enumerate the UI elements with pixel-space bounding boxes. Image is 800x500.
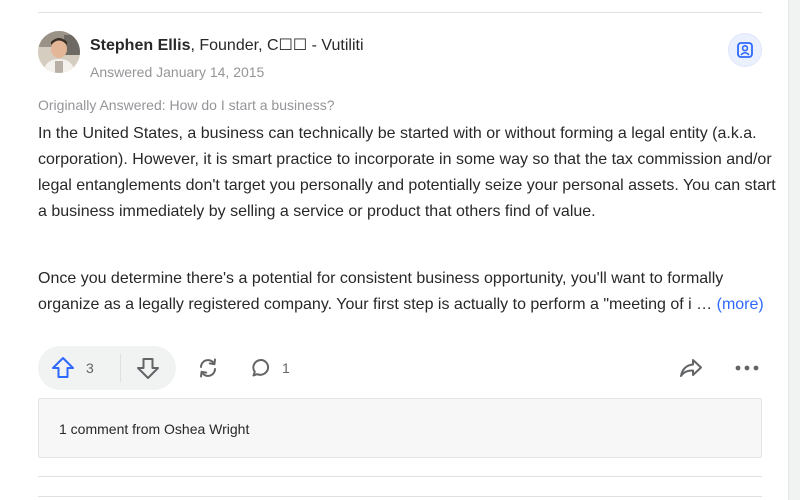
answer-paragraph-1: In the United States, a business can tec… [38, 125, 776, 220]
downvote-button[interactable] [135, 355, 161, 381]
arrow-down-icon [137, 358, 159, 379]
answer-paragraph-2-text: Once you determine there's a potential f… [38, 270, 724, 313]
answer-paragraph-2: Once you determine there's a potential f… [38, 266, 778, 318]
share-arrow-icon [680, 359, 702, 377]
vote-divider [120, 354, 121, 382]
reshare-button[interactable] [195, 355, 221, 386]
page-scroll-strip [788, 0, 800, 500]
answered-date[interactable]: Answered January 14, 2015 [90, 64, 264, 80]
speech-bubble-icon [252, 359, 270, 377]
comments-preview-text: 1 comment from Oshea Wright [59, 421, 250, 437]
more-options-button[interactable] [734, 359, 760, 382]
answer-bottom-divider [38, 476, 762, 477]
ellipsis-icon [735, 365, 759, 371]
bottom-divider [38, 496, 762, 497]
author-credential: , Founder, C☐☐ - Vutiliti [190, 37, 364, 54]
top-divider [38, 12, 762, 13]
save-person-icon [737, 42, 753, 58]
author-name[interactable]: Stephen Ellis [90, 37, 190, 54]
save-to-profile-button[interactable] [728, 33, 762, 67]
share-button[interactable] [678, 355, 704, 386]
author-avatar[interactable] [38, 31, 80, 73]
comment-button[interactable]: 1 [250, 355, 290, 381]
arrow-up-icon [52, 357, 74, 378]
originally-answered[interactable]: Originally Answered: How do I start a bu… [38, 97, 334, 113]
more-link[interactable]: (more) [717, 296, 764, 313]
reshare-loop-icon [200, 358, 216, 378]
upvote-count: 3 [86, 360, 94, 376]
comments-preview[interactable]: 1 comment from Oshea Wright [38, 398, 762, 458]
avatar-photo [38, 31, 80, 73]
author-line: Stephen Ellis, Founder, C☐☐ - Vutiliti [90, 36, 364, 56]
upvote-button[interactable]: 3 [50, 355, 94, 381]
comment-count: 1 [282, 360, 290, 376]
